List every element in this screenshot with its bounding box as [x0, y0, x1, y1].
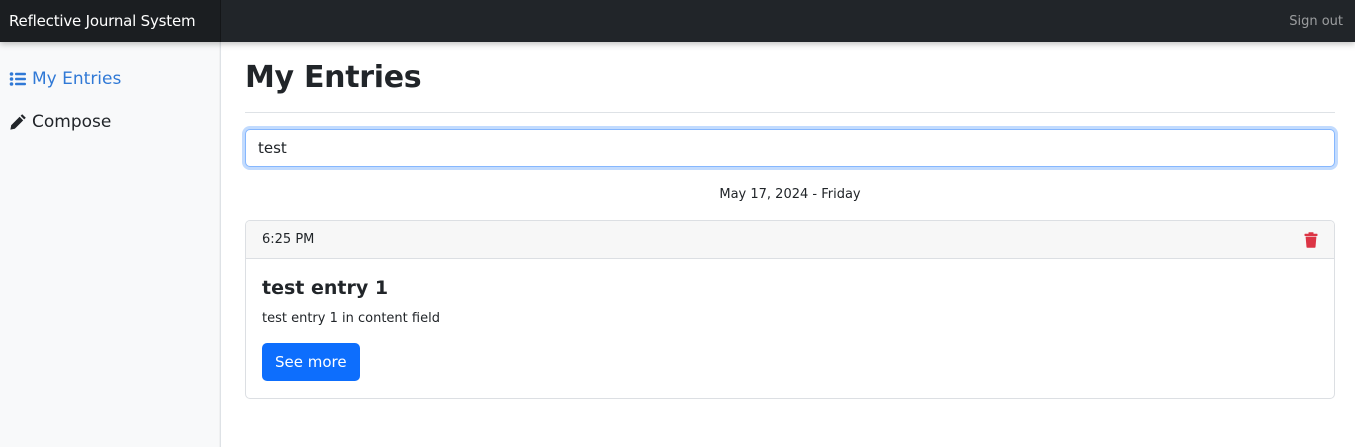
list-icon: [9, 70, 27, 88]
title-divider: [245, 112, 1335, 113]
search-input[interactable]: [245, 129, 1335, 167]
date-heading: May 17, 2024 - Friday: [719, 187, 861, 202]
entry-content: test entry 1 in content field: [262, 311, 440, 326]
entry-time: 6:25 PM: [262, 232, 315, 247]
pencil-icon: [9, 113, 27, 131]
brand-link[interactable]: Reflective Journal System: [0, 0, 221, 42]
top-navbar: Reflective Journal System Sign out: [0, 0, 1355, 42]
entry-card: 6:25 PM test entry 1 test entry 1 in con…: [245, 220, 1335, 399]
see-more-button[interactable]: See more: [262, 343, 360, 381]
sidebar-item-label: Compose: [32, 112, 112, 132]
trash-icon[interactable]: [1304, 231, 1318, 248]
page-title: My Entries: [245, 60, 422, 95]
sidebar: My Entries Compose: [0, 42, 221, 447]
sidebar-item-label: My Entries: [32, 69, 122, 89]
entry-title: test entry 1: [262, 277, 389, 299]
sidebar-item-my-entries[interactable]: My Entries: [9, 69, 121, 89]
entry-card-body: test entry 1 test entry 1 in content fie…: [246, 259, 1334, 398]
sign-out-link[interactable]: Sign out: [1289, 14, 1343, 29]
sidebar-item-compose[interactable]: Compose: [9, 112, 111, 132]
entry-card-header: 6:25 PM: [246, 221, 1334, 259]
